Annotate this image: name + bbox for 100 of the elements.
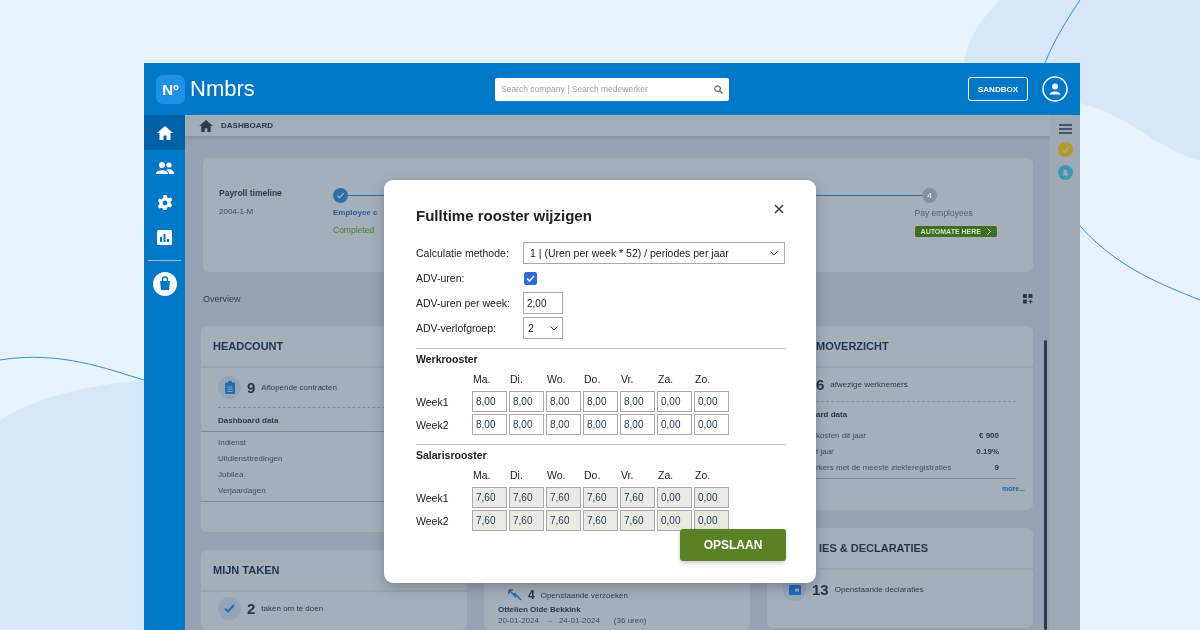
hours-field[interactable]: 0,00 [694, 414, 729, 435]
chevron-right-icon [987, 228, 991, 235]
people-icon [155, 161, 174, 174]
day-header: Zo. [694, 372, 712, 387]
sandbox-button[interactable]: SANDBOX [968, 77, 1028, 101]
hours-field[interactable]: 8,00 [583, 391, 618, 412]
check-icon [224, 604, 235, 613]
shopping-bag-icon [152, 271, 177, 296]
hours-field: 7,60 [546, 510, 581, 531]
week-label: Week1 [416, 491, 450, 504]
user-avatar-icon[interactable] [1042, 76, 1068, 102]
chevron-down-icon [550, 325, 558, 331]
hours-field[interactable]: 8,00 [546, 414, 581, 435]
leave-group-dropdown[interactable]: 2 [523, 317, 563, 339]
arrows-icon [508, 589, 522, 601]
day-header: Ma. [472, 372, 492, 387]
card-title: HEADCOUNT [213, 340, 284, 352]
hours-field: 0,00 [694, 510, 729, 531]
row-value: € 900 [978, 431, 999, 440]
wallet-icon [788, 584, 801, 595]
week-label: Week2 [416, 514, 450, 527]
hours-field[interactable]: 8,00 [620, 391, 655, 412]
employee-name: Ottelien Olde Bekkink [498, 605, 582, 614]
count-label: Openstaande declaraties [834, 585, 924, 594]
hours-field: 0,00 [657, 487, 692, 508]
hours-field[interactable]: 8,00 [472, 414, 507, 435]
row-label: Jubilea [218, 470, 245, 479]
row-label: Verjaardagen [218, 486, 267, 495]
calculation-method-dropdown[interactable]: 1 | (Uren per week * 52) / periodes per jaar [523, 242, 785, 264]
count-label: taken om te doen [261, 604, 324, 613]
day-header: Vr. [620, 468, 635, 483]
field-label: ADV-uren: [416, 272, 466, 284]
add-widget-icon[interactable] [1023, 294, 1033, 304]
breadcrumb[interactable]: DASHBOARD [221, 121, 273, 130]
hours-per-week-field[interactable]: 2,00 [523, 292, 563, 314]
count-number: 6 [816, 376, 825, 393]
home-icon [156, 125, 173, 140]
hours-field[interactable]: 8,00 [472, 391, 507, 412]
hours-field[interactable]: 0,00 [657, 414, 692, 435]
hours-field: 7,60 [546, 487, 581, 508]
search-icon [714, 84, 723, 94]
count-label: afwezige werknemers [830, 380, 908, 389]
hours-field: 0,00 [694, 487, 729, 508]
row-label: Indienst [218, 438, 248, 447]
row-value: 0.19% [976, 447, 999, 456]
table-title: ard data [816, 409, 849, 421]
step-label: Pay employees [914, 208, 973, 218]
adv-checkbox[interactable] [524, 271, 537, 285]
row-value: 9 [994, 463, 999, 472]
step-number: 4 [922, 188, 937, 203]
logo-badge: Nº [156, 74, 185, 104]
day-header: Do. [583, 372, 602, 387]
count-number: 2 [247, 600, 256, 617]
hours-field: 7,60 [509, 487, 544, 508]
hours-field[interactable]: 8,00 [546, 391, 581, 412]
day-header: Za. [657, 372, 675, 387]
hours-field: 7,60 [509, 510, 544, 531]
hours-field[interactable]: 0,00 [694, 391, 729, 412]
close-icon[interactable] [774, 204, 784, 214]
day-header: Zo. [694, 468, 712, 483]
day-header: Ma. [472, 468, 492, 483]
hours-field[interactable]: 8,00 [620, 414, 655, 435]
card-title: MIJN TAKEN [213, 564, 280, 576]
day-header: Vr. [620, 372, 635, 387]
hours-field[interactable]: 8,00 [583, 414, 618, 435]
chart-icon [157, 230, 172, 245]
count-number: 13 [812, 581, 829, 598]
field-label: ADV-uren per week: [416, 297, 511, 309]
day-header: Za. [657, 468, 675, 483]
row-label: kosten dit jaar [816, 431, 866, 440]
row-label: rkers met de meeste ziekteregistraties [816, 463, 952, 472]
day-header: Wo. [546, 468, 567, 483]
clipboard-icon [224, 381, 235, 394]
save-button[interactable]: OPSLAAN [680, 529, 786, 561]
sidebar-item[interactable] [144, 115, 185, 150]
brand-name: Nmbrs [190, 76, 255, 102]
settings-icon [156, 194, 173, 211]
week-label: Week1 [416, 395, 450, 408]
count-number: 4 [528, 588, 535, 602]
hours-field: 7,60 [620, 487, 655, 508]
hours-field: 7,60 [620, 510, 655, 531]
day-header: Do. [583, 468, 602, 483]
card-title: IES & DECLARATIES [819, 542, 929, 554]
menu-icon[interactable] [1058, 124, 1072, 134]
day-header: Di. [509, 372, 524, 387]
home-icon [199, 119, 213, 132]
hours-field[interactable]: 8,00 [509, 391, 544, 412]
hours-field[interactable]: 8,00 [509, 414, 544, 435]
row-label: t jaar [816, 447, 834, 456]
step-label: Employee c [333, 208, 378, 217]
count-label: Openstaande verzoeken [540, 590, 628, 600]
overview-title: Overview [203, 294, 241, 304]
hours-field: 7,60 [583, 510, 618, 531]
check-circle-icon[interactable] [1057, 142, 1073, 157]
period-label: 2004-1-M [219, 207, 255, 216]
hours-field: 7,60 [472, 487, 507, 508]
week-label: Week2 [416, 418, 450, 431]
hours-field[interactable]: 0,00 [657, 391, 692, 412]
day-header: Wo. [546, 372, 567, 387]
hours-field: 7,60 [472, 510, 507, 531]
